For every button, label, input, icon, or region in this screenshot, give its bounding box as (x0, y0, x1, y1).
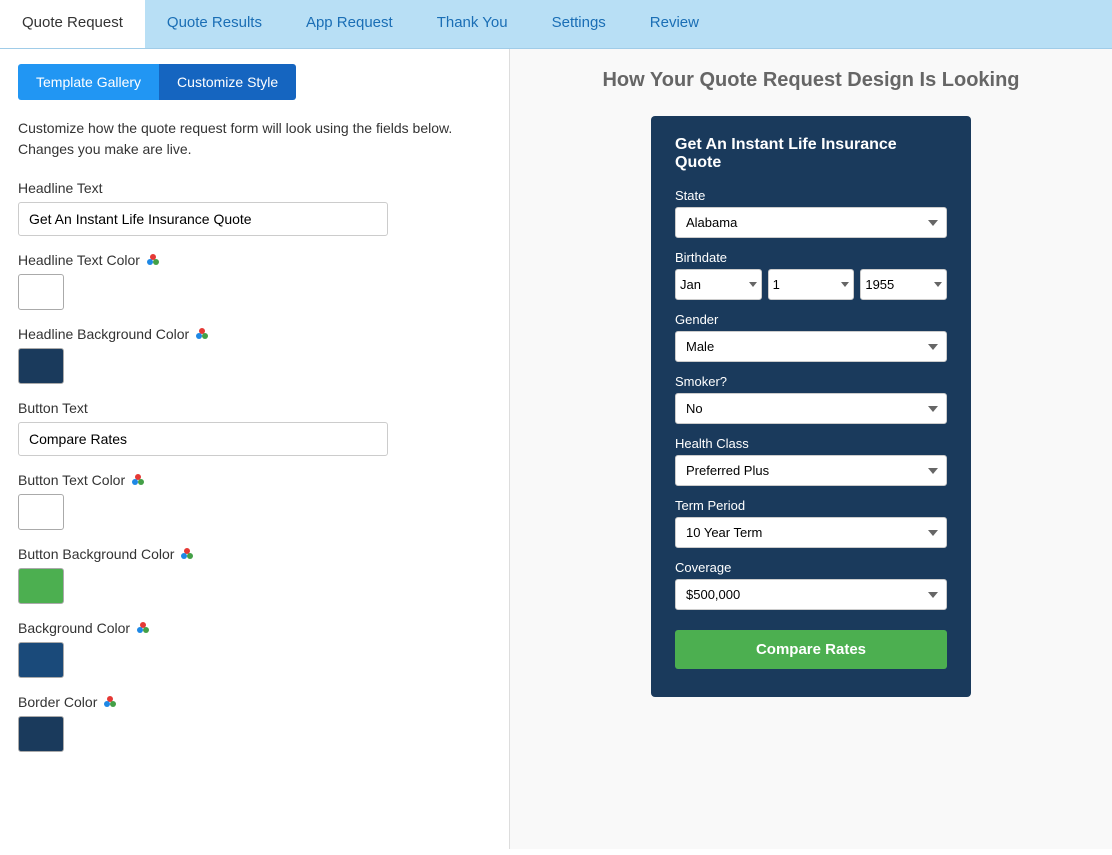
qf-term-period-select[interactable]: 10 Year Term (675, 517, 947, 548)
top-nav: Quote Request Quote Results App Request … (0, 0, 1112, 49)
tab-quote-request[interactable]: Quote Request (0, 0, 145, 48)
qf-gender-label: Gender (675, 312, 947, 327)
tab-settings[interactable]: Settings (530, 0, 628, 48)
qf-day-select[interactable]: 1 (768, 269, 855, 300)
qf-year-select[interactable]: 1955 (860, 269, 947, 300)
headline-text-color-icon (145, 252, 161, 268)
right-panel: How Your Quote Request Design Is Looking… (510, 49, 1112, 849)
qf-coverage-label: Coverage (675, 560, 947, 575)
headline-text-color-swatch[interactable] (18, 274, 64, 310)
border-color-label: Border Color (18, 694, 491, 710)
customize-style-button[interactable]: Customize Style (159, 64, 296, 100)
qf-gender-select[interactable]: Male (675, 331, 947, 362)
main-content: Template Gallery Customize Style Customi… (0, 49, 1112, 849)
background-color-icon (135, 620, 151, 636)
background-color-label: Background Color (18, 620, 491, 636)
tab-app-request[interactable]: App Request (284, 0, 415, 48)
preview-title: How Your Quote Request Design Is Looking (540, 69, 1082, 92)
button-bg-color-swatch[interactable] (18, 568, 64, 604)
qf-health-class-label: Health Class (675, 436, 947, 451)
left-panel: Template Gallery Customize Style Customi… (0, 49, 510, 849)
qf-compare-rates-button[interactable]: Compare Rates (675, 630, 947, 669)
qf-smoker-label: Smoker? (675, 374, 947, 389)
qf-coverage-select[interactable]: $500,000 (675, 579, 947, 610)
button-text-input[interactable] (18, 422, 388, 456)
button-bg-color-label: Button Background Color (18, 546, 491, 562)
description-text: Customize how the quote request form wil… (18, 118, 491, 160)
button-bg-color-icon (179, 546, 195, 562)
qf-headline: Get An Instant Life Insurance Quote (675, 136, 947, 172)
template-gallery-button[interactable]: Template Gallery (18, 64, 159, 100)
btn-row: Template Gallery Customize Style (18, 64, 491, 100)
tab-thank-you[interactable]: Thank You (415, 0, 530, 48)
tab-quote-results[interactable]: Quote Results (145, 0, 284, 48)
headline-bg-color-swatch[interactable] (18, 348, 64, 384)
qf-smoker-select[interactable]: No (675, 393, 947, 424)
qf-birthdate-label: Birthdate (675, 250, 947, 265)
headline-text-input[interactable] (18, 202, 388, 236)
headline-bg-color-label: Headline Background Color (18, 326, 491, 342)
button-text-color-icon (130, 472, 146, 488)
button-text-label: Button Text (18, 400, 491, 416)
quote-form-preview: Get An Instant Life Insurance Quote Stat… (651, 116, 971, 697)
border-color-icon (102, 694, 118, 710)
button-text-color-label: Button Text Color (18, 472, 491, 488)
button-text-color-swatch[interactable] (18, 494, 64, 530)
border-color-swatch[interactable] (18, 716, 64, 752)
headline-text-label: Headline Text (18, 180, 491, 196)
background-color-swatch[interactable] (18, 642, 64, 678)
qf-state-label: State (675, 188, 947, 203)
headline-text-color-label: Headline Text Color (18, 252, 491, 268)
qf-term-period-label: Term Period (675, 498, 947, 513)
headline-bg-color-icon (194, 326, 210, 342)
tab-review[interactable]: Review (628, 0, 721, 48)
qf-state-select[interactable]: Alabama (675, 207, 947, 238)
qf-health-class-select[interactable]: Preferred Plus (675, 455, 947, 486)
qf-month-select[interactable]: Jan (675, 269, 762, 300)
qf-birthdate-row: Jan 1 1955 (675, 269, 947, 300)
